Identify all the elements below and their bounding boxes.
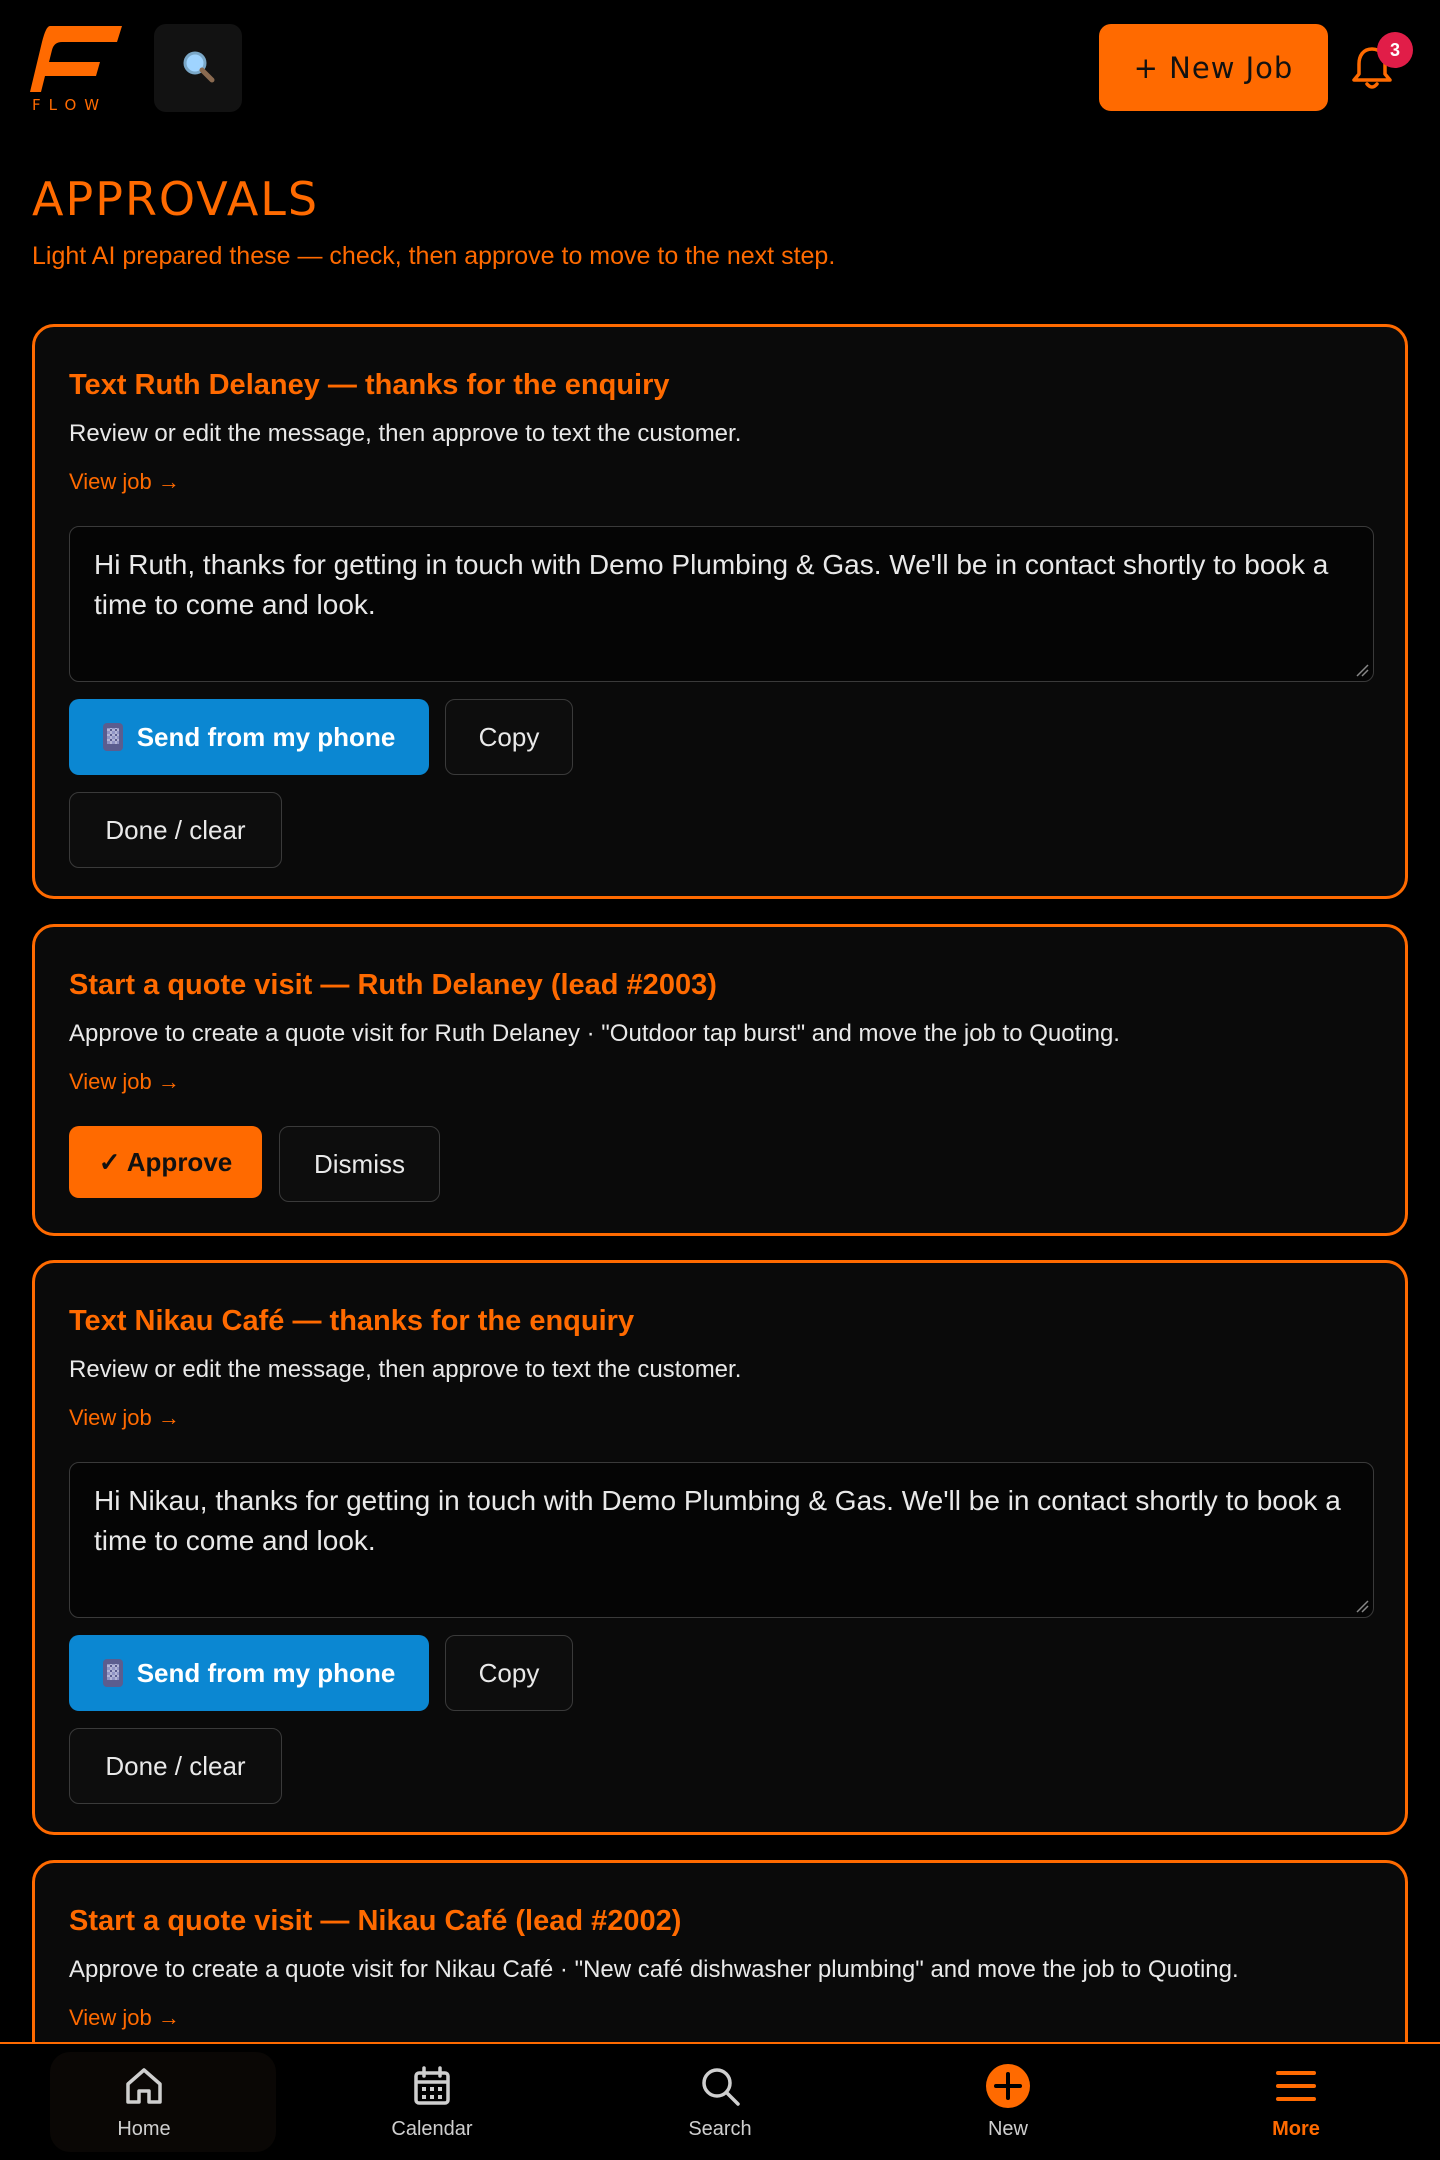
nav-search[interactable]: Search	[576, 2044, 864, 2160]
logo-text: FLOW	[32, 96, 108, 114]
notification-badge: 3	[1377, 32, 1413, 68]
plus-circle-icon	[986, 2064, 1030, 2108]
page-title: APPROVALS	[32, 172, 320, 226]
card-description: Approve to create a quote visit for Nika…	[69, 1956, 1239, 1983]
search-icon	[702, 2068, 740, 2106]
view-job-link[interactable]: View job →	[69, 469, 180, 495]
bottom-nav: Home Calendar Search New More	[0, 2042, 1440, 2160]
view-job-link[interactable]: View job →	[69, 1069, 180, 1095]
approval-card: Text Ruth Delaney — thanks for the enqui…	[32, 324, 1408, 899]
phone-icon	[102, 1659, 123, 1687]
nav-calendar[interactable]: Calendar	[288, 2044, 576, 2160]
home-icon	[126, 2068, 162, 2104]
message-text: Hi Nikau, thanks for getting in touch wi…	[94, 1485, 1341, 1556]
done-clear-button[interactable]: Done / clear	[69, 792, 282, 868]
approve-button[interactable]: ✓ Approve	[69, 1126, 262, 1198]
view-job-link[interactable]: View job →	[69, 1405, 180, 1431]
send-button-label: Send from my phone	[136, 721, 396, 752]
flow-logo[interactable]: FLOW	[30, 22, 126, 114]
menu-icon	[1276, 2071, 1316, 2101]
search-icon	[181, 49, 215, 88]
top-bar: FLOW + New Job 3	[0, 0, 1440, 140]
approval-card: Text Nikau Café — thanks for the enquiry…	[32, 1260, 1408, 1835]
send-from-phone-button[interactable]: Send from my phone	[69, 699, 429, 775]
nav-more[interactable]: More	[1152, 2044, 1440, 2160]
card-title: Start a quote visit — Nikau Café (lead #…	[69, 1905, 682, 1937]
resize-handle-icon[interactable]	[1355, 663, 1369, 677]
nav-label: Home	[117, 2118, 171, 2140]
dismiss-button[interactable]: Dismiss	[279, 1126, 440, 1202]
card-description: Review or edit the message, then approve…	[69, 1356, 742, 1383]
nav-new[interactable]: New	[864, 2044, 1152, 2160]
copy-button[interactable]: Copy	[445, 699, 573, 775]
approval-card: Start a quote visit — Ruth Delaney (lead…	[32, 924, 1408, 1236]
card-description: Review or edit the message, then approve…	[69, 420, 742, 447]
new-job-button[interactable]: + New Job	[1099, 24, 1328, 111]
phone-icon	[102, 723, 123, 751]
message-text: Hi Ruth, thanks for getting in touch wit…	[94, 549, 1329, 620]
nav-label: New	[987, 2118, 1028, 2140]
card-title: Text Ruth Delaney — thanks for the enqui…	[69, 369, 670, 401]
card-title: Start a quote visit — Ruth Delaney (lead…	[69, 969, 717, 1001]
nav-label: Search	[688, 2118, 752, 2140]
card-description: Approve to create a quote visit for Ruth…	[69, 1020, 1120, 1047]
resize-handle-icon[interactable]	[1355, 1599, 1369, 1613]
copy-button[interactable]: Copy	[445, 1635, 573, 1711]
calendar-icon	[414, 2066, 450, 2105]
send-button-label: Send from my phone	[136, 1657, 396, 1688]
nav-home[interactable]: Home	[0, 2044, 288, 2160]
search-button[interactable]	[154, 24, 242, 112]
page-subtitle: Light AI prepared these — check, then ap…	[32, 242, 836, 270]
message-textarea[interactable]: Hi Ruth, thanks for getting in touch wit…	[69, 526, 1374, 682]
done-clear-button[interactable]: Done / clear	[69, 1728, 282, 1804]
nav-label: More	[1272, 2118, 1320, 2140]
message-textarea[interactable]: Hi Nikau, thanks for getting in touch wi…	[69, 1462, 1374, 1618]
view-job-link[interactable]: View job →	[69, 2005, 180, 2031]
card-title: Text Nikau Café — thanks for the enquiry	[69, 1305, 635, 1337]
nav-label: Calendar	[391, 2118, 473, 2140]
send-from-phone-button[interactable]: Send from my phone	[69, 1635, 429, 1711]
